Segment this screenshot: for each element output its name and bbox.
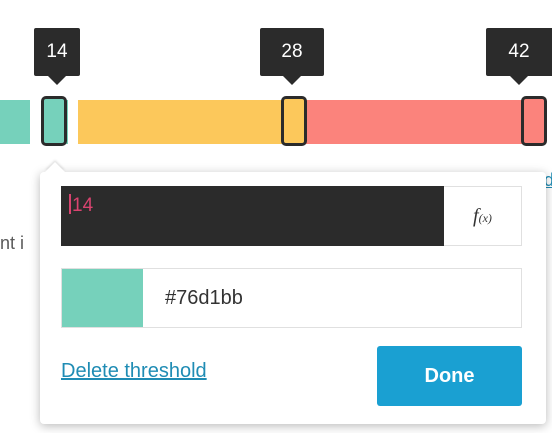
- delete-threshold-link[interactable]: Delete threshold: [61, 360, 207, 383]
- color-swatch[interactable]: [62, 269, 143, 327]
- threshold-tooltip-14: 14: [34, 28, 80, 85]
- threshold-handle-28[interactable]: [281, 96, 307, 146]
- function-icon: f(x): [473, 204, 492, 227]
- threshold-tooltip-value: 28: [281, 41, 303, 62]
- color-hex-input[interactable]: [143, 269, 521, 327]
- threshold-value-input[interactable]: 14: [61, 186, 444, 246]
- threshold-segment-teal: [0, 100, 30, 144]
- threshold-handle-42[interactable]: [521, 96, 547, 146]
- threshold-segment-yellow: [78, 100, 288, 144]
- threshold-handle-14[interactable]: [41, 96, 67, 146]
- threshold-value-text: 14: [72, 195, 94, 216]
- text-cursor: [69, 194, 71, 214]
- threshold-tooltip-value: 42: [508, 41, 530, 62]
- color-picker-row: [61, 268, 522, 328]
- threshold-segment-red: [306, 100, 528, 144]
- function-button[interactable]: f(x): [444, 186, 522, 246]
- background-text-fragment: nt i: [0, 233, 25, 253]
- threshold-tooltip-28: 28: [260, 28, 324, 85]
- threshold-tooltip-42: 42: [486, 28, 552, 85]
- done-button[interactable]: Done: [377, 346, 522, 406]
- threshold-tooltip-value: 14: [46, 41, 68, 62]
- threshold-editor-popover: 14 f(x) Delete threshold Done: [40, 172, 546, 424]
